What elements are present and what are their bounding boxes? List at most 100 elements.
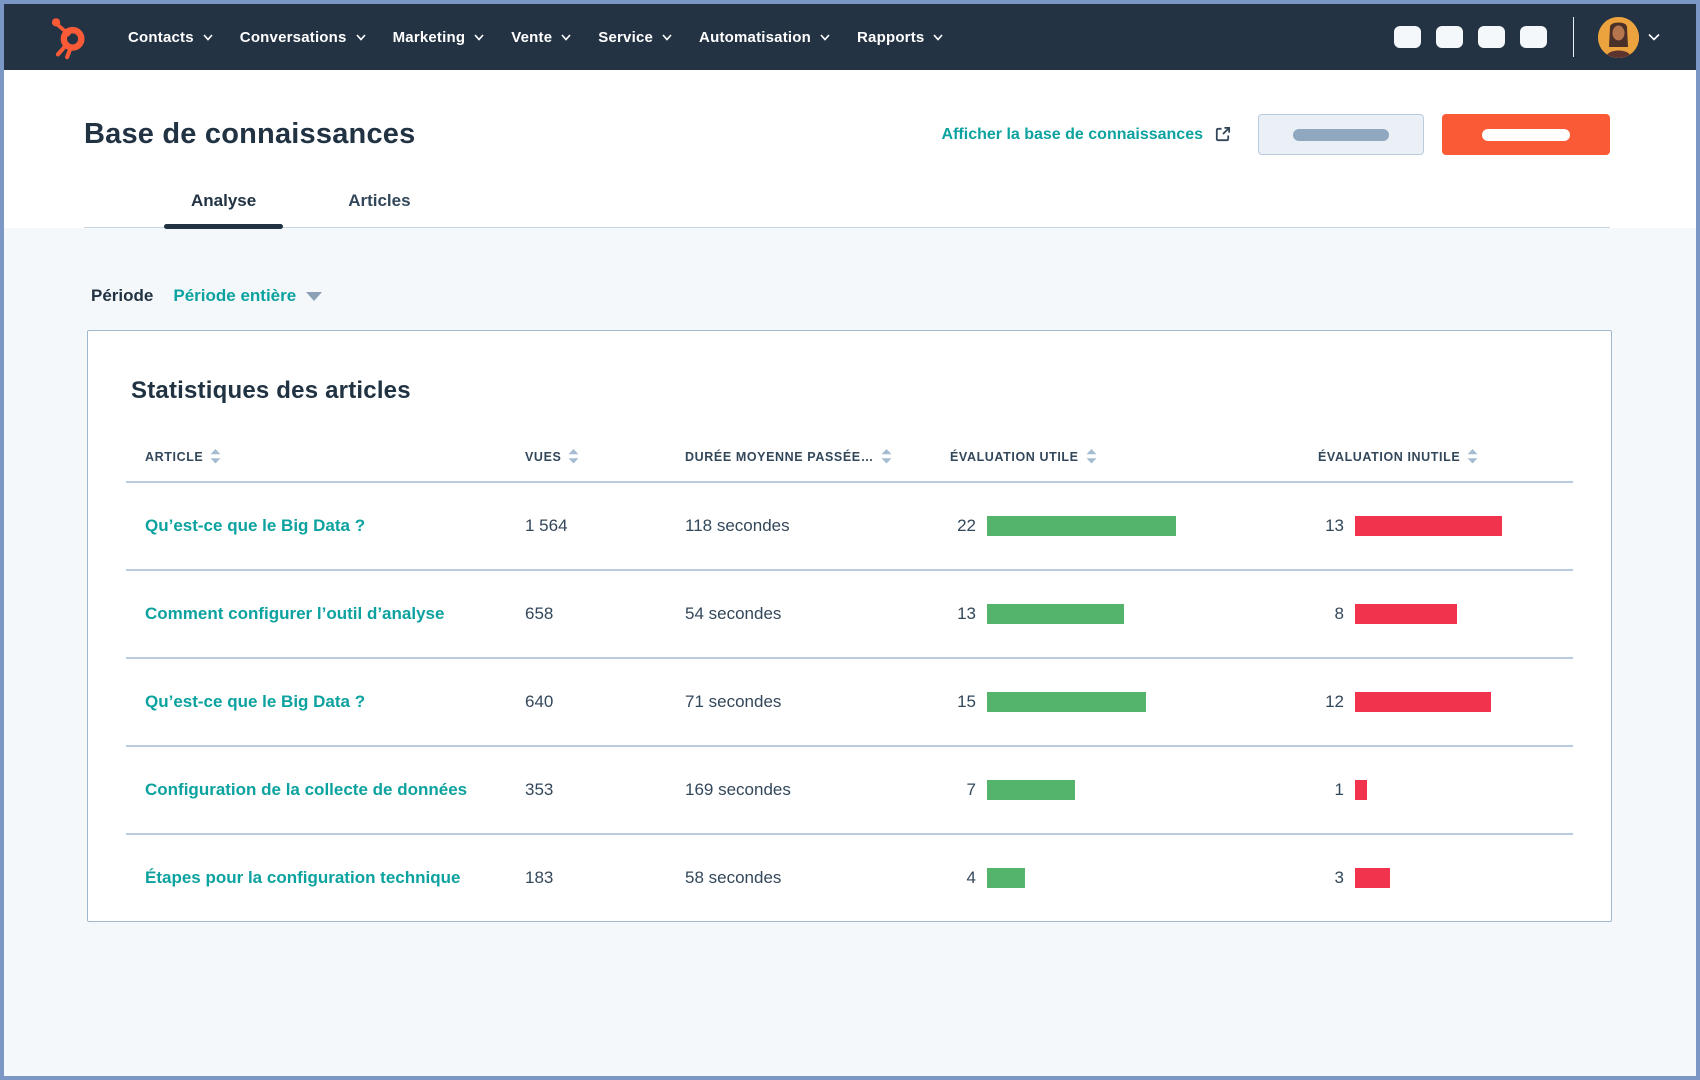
helpful-count: 22 [950,516,976,536]
secondary-button-label-placeholder [1293,129,1389,141]
helpful-bar [987,868,1025,888]
view-knowledge-base-link[interactable]: Afficher la base de connaissances [942,125,1232,144]
column-header-label: VUES [525,450,561,464]
views-value: 1 564 [525,516,685,536]
sort-icon[interactable] [881,449,892,464]
article-link[interactable]: Comment configurer l’outil d’analyse [145,604,444,623]
external-link-icon [1213,125,1232,144]
helpful-rating-cell: 22 [950,516,1318,536]
nav-item-contacts[interactable]: Contacts [128,29,213,46]
unhelpful-rating-cell: 12 [1318,692,1573,712]
nav-item-label: Contacts [128,29,194,46]
avg-duration-value: 71 secondes [685,692,950,712]
unhelpful-bar [1355,604,1457,624]
period-selected-value: Période entière [173,286,296,306]
navbar-right-tools [1379,17,1660,58]
unhelpful-rating-cell: 1 [1318,780,1573,800]
chevron-down-icon [933,34,943,41]
column-header-duree[interactable]: DURÉE MOYENNE PASSÉE… [685,449,950,464]
dropdown-caret-icon [306,292,322,301]
nav-item-label: Conversations [240,29,347,46]
app-window: Contacts Conversations Marketing Vente S… [0,0,1700,1080]
views-value: 658 [525,604,685,624]
unhelpful-count: 12 [1318,692,1344,712]
secondary-button-placeholder[interactable] [1258,114,1424,155]
table-header-row: ARTICLE VUES DURÉE MOYENNE PASSÉE… ÉVALU… [126,449,1573,481]
tab-analyse[interactable]: Analyse [164,191,283,227]
toolbar-icon-placeholder-1[interactable] [1394,26,1421,48]
chevron-down-icon [203,34,213,41]
unhelpful-rating-cell: 8 [1318,604,1573,624]
nav-item-automatisation[interactable]: Automatisation [699,29,830,46]
helpful-bar [987,604,1124,624]
unhelpful-bar [1355,692,1491,712]
period-label: Période [91,286,153,306]
primary-button-placeholder[interactable] [1442,114,1610,155]
sort-icon[interactable] [1086,449,1097,464]
nav-item-service[interactable]: Service [598,29,672,46]
column-header-evaluation-inutile[interactable]: ÉVALUATION INUTILE [1318,449,1573,464]
column-header-vues[interactable]: VUES [525,449,685,464]
view-knowledge-base-label: Afficher la base de connaissances [942,126,1203,144]
nav-item-rapports[interactable]: Rapports [857,29,943,46]
nav-item-label: Marketing [393,29,466,46]
table-row: Qu’est-ce que le Big Data ? 1 564 118 se… [126,481,1573,569]
views-value: 353 [525,780,685,800]
tab-articles[interactable]: Articles [321,191,437,227]
account-chevron-down-icon[interactable] [1648,33,1660,41]
helpful-rating-cell: 15 [950,692,1318,712]
card-title: Statistiques des articles [88,331,1611,405]
chevron-down-icon [561,34,571,41]
table-row: Étapes pour la configuration technique 1… [126,833,1573,921]
sort-icon[interactable] [568,449,579,464]
period-filter-row: Période Période entière [91,286,1696,306]
period-dropdown[interactable]: Période entière [173,286,322,306]
column-header-label: ÉVALUATION INUTILE [1318,450,1460,464]
article-link[interactable]: Qu’est-ce que le Big Data ? [145,692,365,711]
table-row: Comment configurer l’outil d’analyse 658… [126,569,1573,657]
unhelpful-count: 8 [1318,604,1344,624]
user-avatar[interactable] [1598,17,1639,58]
helpful-bar [987,692,1146,712]
unhelpful-bar [1355,868,1390,888]
avg-duration-value: 118 secondes [685,516,950,536]
hubspot-logo-icon[interactable] [46,14,90,60]
unhelpful-count: 1 [1318,780,1344,800]
unhelpful-count: 3 [1318,868,1344,888]
column-header-article[interactable]: ARTICLE [126,449,525,464]
nav-item-label: Automatisation [699,29,811,46]
article-link[interactable]: Configuration de la collecte de données [145,780,467,799]
table-row: Configuration de la collecte de données … [126,745,1573,833]
sort-icon[interactable] [210,449,221,464]
article-stats-table: ARTICLE VUES DURÉE MOYENNE PASSÉE… ÉVALU… [126,449,1573,921]
top-navbar: Contacts Conversations Marketing Vente S… [4,4,1696,70]
nav-item-label: Service [598,29,653,46]
helpful-bar [987,780,1075,800]
chevron-down-icon [662,34,672,41]
helpful-count: 15 [950,692,976,712]
toolbar-icon-placeholder-3[interactable] [1478,26,1505,48]
helpful-count: 7 [950,780,976,800]
nav-item-vente[interactable]: Vente [511,29,571,46]
chevron-down-icon [356,34,366,41]
article-link[interactable]: Étapes pour la configuration technique [145,868,460,887]
page-title: Base de connaissances [84,118,415,151]
unhelpful-rating-cell: 3 [1318,868,1573,888]
column-header-label: ÉVALUATION UTILE [950,450,1079,464]
views-value: 640 [525,692,685,712]
helpful-count: 13 [950,604,976,624]
views-value: 183 [525,868,685,888]
toolbar-icon-placeholder-2[interactable] [1436,26,1463,48]
nav-item-conversations[interactable]: Conversations [240,29,366,46]
article-link[interactable]: Qu’est-ce que le Big Data ? [145,516,365,535]
navbar-divider [1573,17,1574,57]
unhelpful-bar [1355,516,1502,536]
sort-icon[interactable] [1467,449,1478,464]
nav-item-marketing[interactable]: Marketing [393,29,485,46]
column-header-evaluation-utile[interactable]: ÉVALUATION UTILE [950,449,1318,464]
main-nav-menu: Contacts Conversations Marketing Vente S… [128,29,943,46]
toolbar-icon-placeholder-4[interactable] [1520,26,1547,48]
avg-duration-value: 58 secondes [685,868,950,888]
page-header: Base de connaissances Afficher la base d… [4,70,1696,228]
chevron-down-icon [474,34,484,41]
